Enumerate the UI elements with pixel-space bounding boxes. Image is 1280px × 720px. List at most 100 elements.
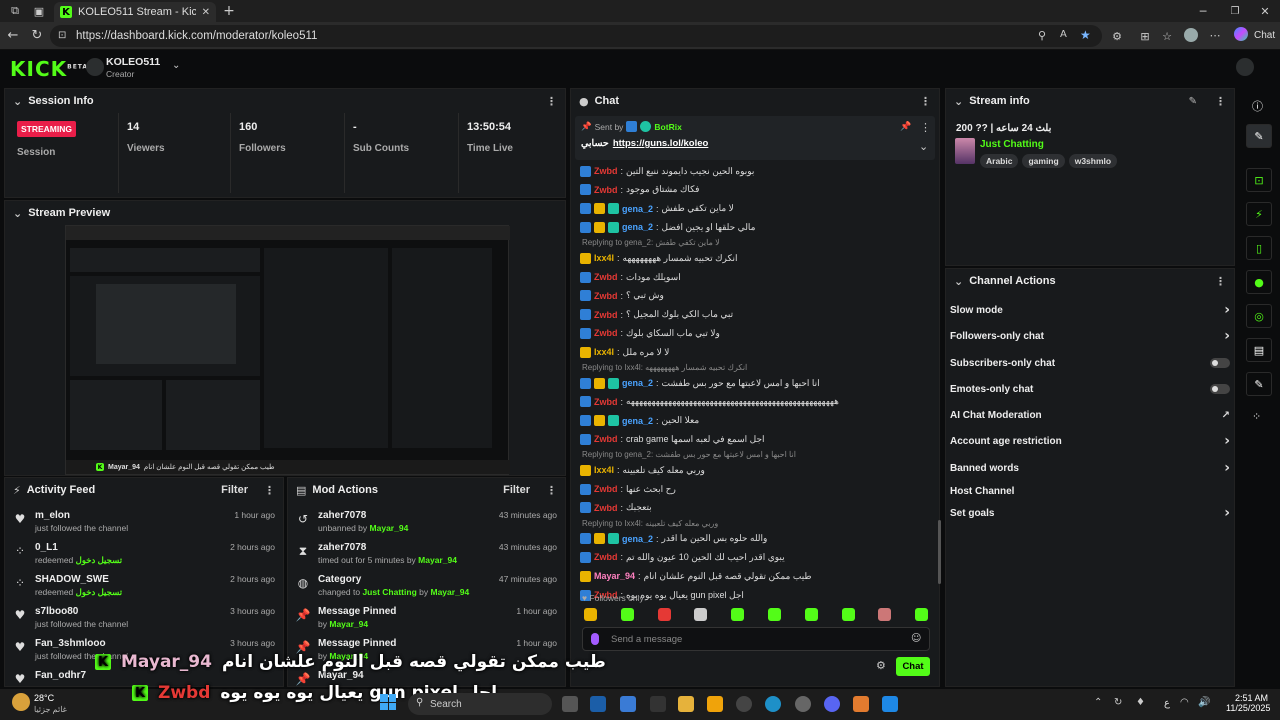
chat-message[interactable]: Zwbd: ولا تبي ماب السكاي بلوك <box>580 324 935 342</box>
user-avatar[interactable] <box>1236 58 1254 76</box>
chat-message[interactable]: Ixx4l: وربي معله كيف تلعبينه <box>580 461 935 479</box>
chat-username[interactable]: gena_2 <box>622 416 653 426</box>
new-tab-icon[interactable]: + <box>222 3 236 19</box>
mod-filter-button[interactable]: Filter <box>503 484 530 496</box>
workspaces-icon[interactable]: ⧉ <box>8 4 22 18</box>
app-icon[interactable] <box>707 696 723 712</box>
channel-action-item[interactable]: Emotes-only chat <box>945 376 1235 402</box>
volume-icon[interactable]: 🔊 <box>1198 697 1210 708</box>
chat-message[interactable]: Zwbd: crab game اجل اسمع في لعبه اسمها <box>580 430 935 448</box>
chevron-right-icon[interactable]: › <box>1224 433 1230 449</box>
file-explorer-icon[interactable] <box>678 696 694 712</box>
mic-icon[interactable] <box>591 633 599 645</box>
chat-message[interactable]: Zwbd: فكاك مشتاق موجود <box>580 181 935 199</box>
profile-avatar[interactable] <box>1184 28 1198 42</box>
chat-username[interactable]: Ixx4l <box>594 253 614 263</box>
focus-icon[interactable]: ⊡ <box>1246 168 1272 192</box>
activity-filter-button[interactable]: Filter <box>221 484 248 496</box>
tray-app-icon[interactable]: ↻ <box>1114 697 1122 708</box>
chat-message[interactable]: gena_2: لا ماين تكفي طفش <box>580 200 935 218</box>
channel-action-item[interactable]: AI Chat Moderation ↗ <box>945 402 1235 428</box>
minimize-icon[interactable]: ─ <box>1196 3 1210 19</box>
pinned-message[interactable]: 📌 Sent by BotRix حسابي https://guns.lol/kol… <box>575 116 935 160</box>
category-name[interactable]: Just Chatting <box>980 139 1044 150</box>
channel-action-item[interactable]: Followers-only chat › <box>945 323 1235 349</box>
apps-icon[interactable]: ⁘ <box>1252 410 1261 423</box>
collapse-icon[interactable]: ⌄ <box>954 95 963 108</box>
settings-icon[interactable] <box>795 696 811 712</box>
chevron-down-icon[interactable]: ⌄ <box>919 140 928 153</box>
chevron-right-icon[interactable]: › <box>1224 302 1230 318</box>
collapse-icon[interactable]: ⌄ <box>13 207 22 220</box>
lightning-icon[interactable]: ⚡ <box>1246 202 1272 226</box>
collapse-icon[interactable]: ⌄ <box>954 275 963 288</box>
browser-tab[interactable]: K KOLEO511 Stream - Kick Dashboa ✕ <box>54 2 216 22</box>
stream-info-menu-icon[interactable]: ⋮ <box>1215 95 1226 108</box>
channel-action-item[interactable]: Subscribers-only chat <box>945 350 1235 376</box>
emote-icon[interactable] <box>694 608 708 621</box>
wrench-icon[interactable]: ✎ <box>1246 372 1272 396</box>
chat-username[interactable]: Mayar_94 <box>594 571 635 581</box>
steam-icon[interactable] <box>590 696 606 712</box>
restore-icon[interactable]: ❐ <box>1228 3 1242 19</box>
emote-icon[interactable] <box>620 608 634 621</box>
chat-username[interactable]: gena_2 <box>622 378 653 388</box>
toggle-switch[interactable] <box>1210 358 1230 368</box>
tag-arabic[interactable]: Arabic <box>980 154 1019 168</box>
channel-avatar[interactable] <box>86 58 104 76</box>
task-view-icon[interactable] <box>562 696 578 712</box>
chat-username[interactable]: gena_2 <box>622 534 653 544</box>
external-link-icon[interactable]: ↗ <box>1222 410 1230 421</box>
channel-action-item[interactable]: Set goals › <box>945 500 1235 526</box>
chat-username[interactable]: Zwbd <box>594 503 618 513</box>
chat-icon[interactable]: ● <box>1246 270 1272 294</box>
chat-message[interactable]: Zwbd: اسويلك مودات <box>580 268 935 286</box>
chat-message[interactable]: Zwbd: رح ابحث عنها <box>580 480 935 498</box>
back-icon[interactable]: ← <box>6 28 20 43</box>
chat-username[interactable]: gena_2 <box>622 222 653 232</box>
emote-icon[interactable] <box>804 608 818 621</box>
language-indicator[interactable]: ع <box>1164 698 1170 709</box>
channel-action-item[interactable]: Account age restriction › <box>945 428 1235 454</box>
edit-layout-icon[interactable]: ✎ <box>1246 124 1272 148</box>
chat-message[interactable]: Ixx4l: لا لا مره ملل <box>580 343 935 361</box>
tray-chevron-icon[interactable]: ⌃ <box>1094 697 1102 708</box>
chat-message[interactable]: Zwbd: بتعجبك <box>580 499 935 517</box>
copilot-icon[interactable] <box>1234 27 1248 41</box>
chat-username[interactable]: Zwbd <box>594 484 618 494</box>
channel-switcher[interactable]: KOLEO511 Creator <box>106 56 160 79</box>
chat-message[interactable]: Zwbd: تبي ماب الكي بلوك المجيل ؟ <box>580 306 935 324</box>
document-icon[interactable]: ▯ <box>1246 236 1272 260</box>
start-icon[interactable] <box>380 694 396 710</box>
refresh-icon[interactable]: ↻ <box>30 28 44 43</box>
mod-menu-icon[interactable]: ⋮ <box>546 484 557 497</box>
chat-username[interactable]: Zwbd <box>594 291 618 301</box>
more-menu-icon[interactable]: ⋯ <box>1208 28 1222 42</box>
broadcast-icon[interactable]: ◎ <box>1246 304 1272 328</box>
tag-gaming[interactable]: gaming <box>1022 154 1065 168</box>
chat-message[interactable]: Zwbd: وش تبي ؟ <box>580 287 935 305</box>
chevron-right-icon[interactable]: › <box>1224 460 1230 476</box>
edit-icon[interactable]: ✎ <box>1189 96 1197 107</box>
clock[interactable]: 2:51 AM 11/25/2025 <box>1226 693 1270 713</box>
zoom-icon[interactable]: ⚲ <box>1038 29 1046 42</box>
collapse-icon[interactable]: ⌄ <box>13 95 22 108</box>
chat-scrollbar[interactable] <box>938 520 941 584</box>
toggle-switch[interactable] <box>1210 384 1230 394</box>
kick-logo[interactable]: KICKBETA <box>10 57 88 81</box>
edge-icon[interactable] <box>765 696 781 712</box>
chat-username[interactable]: Zwbd <box>594 328 618 338</box>
chat-message[interactable]: gena_2: مالي حلقها او يجين افضل <box>580 218 935 236</box>
chevron-right-icon[interactable]: › <box>1224 505 1230 521</box>
emoji-icon[interactable]: ☺ <box>911 633 921 644</box>
chat-message[interactable]: gena_2: والله حلوه بس الحين ما اقدر <box>580 530 935 548</box>
session-menu-icon[interactable]: ⋮ <box>546 95 557 108</box>
pinned-link[interactable]: https://guns.lol/koleo <box>613 138 709 149</box>
chat-username[interactable]: Zwbd <box>594 552 618 562</box>
chat-message[interactable]: Zwbd: يبوي اقدر احيب لك الحين 10 عيون وال… <box>580 548 935 566</box>
read-aloud-icon[interactable]: A <box>1060 29 1067 40</box>
chevron-down-icon[interactable]: ⌄ <box>172 60 180 71</box>
chat-message[interactable]: Ixx4l: انكرك تحبيه شمسار ههههههههه <box>580 249 935 267</box>
chat-username[interactable]: gena_2 <box>622 204 653 214</box>
chat-username[interactable]: Zwbd <box>594 166 618 176</box>
